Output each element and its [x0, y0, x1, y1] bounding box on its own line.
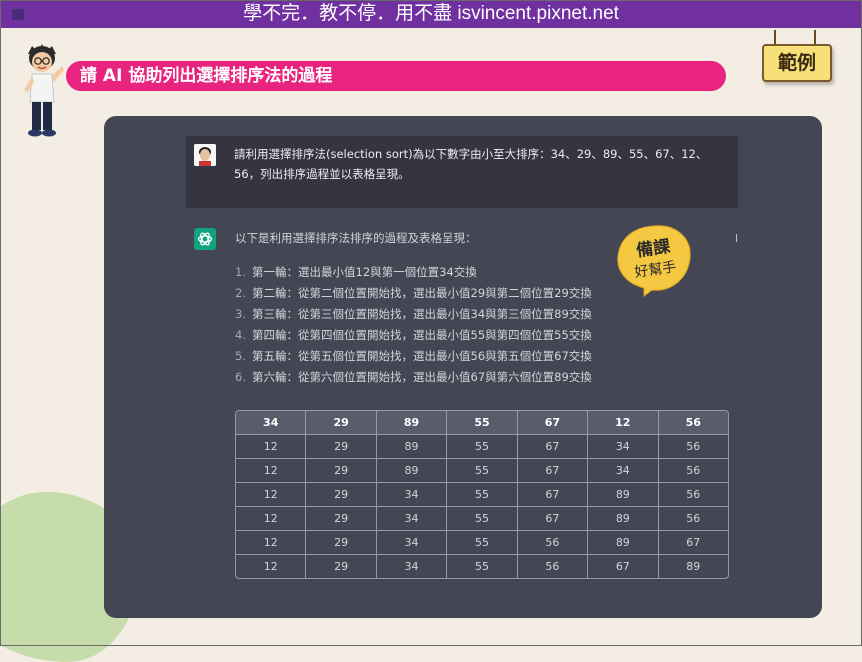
table-cell: 12 — [236, 482, 307, 507]
table-cell: 29 — [305, 458, 377, 483]
table-cell: 67 — [587, 554, 659, 578]
table-cell: 89 — [376, 434, 448, 459]
table-row: 12 29 34 55 56 67 89 — [236, 554, 728, 578]
table-cell: 56 — [658, 434, 728, 459]
table-row: 12 29 89 55 67 34 56 — [236, 434, 728, 459]
user-face-icon — [194, 144, 216, 166]
table-cell: 67 — [517, 482, 589, 507]
slide-title: 請 AI 協助列出選擇排序法的過程 — [66, 61, 726, 91]
table-cell: 29 — [305, 506, 377, 531]
column-header: 12 — [587, 411, 659, 435]
list-item: 3. 第三輪：從第三個位置開始找，選出最小值34與第三個位置89交換 — [235, 307, 592, 321]
table-cell: 34 — [376, 482, 448, 507]
user-avatar — [194, 144, 216, 166]
table-cell: 55 — [446, 506, 518, 531]
column-header: 67 — [517, 411, 589, 435]
table-cell: 67 — [517, 434, 589, 459]
table-cell: 34 — [587, 434, 659, 459]
table-cell: 56 — [658, 506, 728, 531]
table-cell: 29 — [305, 482, 377, 507]
sort-steps-list: 1. 第一輪：選出最小值12與第一個位置34交換 2. 第二輪：從第二個位置開始找，… — [235, 262, 592, 388]
menu-icon[interactable] — [12, 9, 24, 20]
list-item: 1. 第一輪：選出最小值12與第一個位置34交換 — [235, 265, 477, 279]
table-cell: 67 — [517, 458, 589, 483]
list-item: 2. 第二輪：從第二個位置開始找，選出最小值29與第二個位置29交換 — [235, 286, 592, 300]
chatgpt-logo-icon — [194, 228, 216, 250]
assistant-intro: 以下是利用選擇排序法排序的過程及表格呈現： — [235, 231, 477, 245]
table-cell: 34 — [376, 530, 448, 555]
table-cell: 29 — [305, 434, 377, 459]
column-header: 55 — [446, 411, 518, 435]
example-sign: 範例 — [760, 30, 832, 82]
table-row: 12 29 34 55 67 89 56 — [236, 506, 728, 531]
table-cell: 67 — [517, 506, 589, 531]
example-label: 範例 — [762, 44, 832, 82]
table-cell: 55 — [446, 482, 518, 507]
column-header: 56 — [658, 411, 728, 435]
table-cell: 56 — [658, 482, 728, 507]
table-row: 12 29 89 55 67 34 56 — [236, 458, 728, 483]
column-header: 89 — [376, 411, 448, 435]
sticker-badge: 備課 好幫手 — [617, 225, 691, 297]
table-cell: 12 — [236, 506, 307, 531]
table-cell: 29 — [305, 554, 377, 578]
top-banner: 學不完．教不停．用不盡 isvincent.pixnet.net — [0, 0, 862, 28]
table-cell: 89 — [587, 482, 659, 507]
table-cell: 55 — [446, 554, 518, 578]
column-header: 29 — [305, 411, 377, 435]
table-cell: 12 — [236, 458, 307, 483]
cartoon-teacher-icon — [24, 44, 64, 137]
user-message-text: 請利用選擇排序法(selection sort)為以下數字由小至大排序：34、2… — [234, 147, 708, 181]
table-row: 12 29 34 55 67 89 56 — [236, 482, 728, 507]
table-cell: 67 — [658, 530, 728, 555]
table-cell: 34 — [376, 506, 448, 531]
table-cell: 34 — [587, 458, 659, 483]
table-header-row: 34 29 89 55 67 12 56 — [236, 411, 728, 435]
column-header: 34 — [236, 411, 307, 435]
user-message: 請利用選擇排序法(selection sort)為以下數字由小至大排序：34、2… — [186, 136, 738, 208]
table-cell: 55 — [446, 434, 518, 459]
list-item: 5. 第五輪：從第五個位置開始找，選出最小值56與第五個位置67交換 — [235, 349, 592, 363]
table-cell: 55 — [446, 458, 518, 483]
table-cell: 34 — [376, 554, 448, 578]
table-cell: 56 — [517, 530, 589, 555]
table-cell: 12 — [236, 434, 307, 459]
chat-window: 請利用選擇排序法(selection sort)為以下數字由小至大排序：34、2… — [104, 116, 822, 618]
list-item: 6. 第六輪：從第六個位置開始找，選出最小值67與第六個位置89交換 — [235, 370, 592, 384]
banner-text: 學不完．教不停．用不盡 isvincent.pixnet.net — [243, 3, 619, 24]
sort-table: 34 29 89 55 67 12 56 12 29 89 55 67 34 5… — [235, 410, 729, 579]
table-cell: 56 — [517, 554, 589, 578]
text-cursor — [736, 234, 737, 242]
list-item: 4. 第四輪：從第四個位置開始找，選出最小值55與第四個位置55交換 — [235, 328, 592, 342]
table-row: 12 29 34 55 56 89 67 — [236, 530, 728, 555]
table-cell: 56 — [658, 458, 728, 483]
table-cell: 89 — [376, 458, 448, 483]
table-cell: 12 — [236, 530, 307, 555]
table-cell: 89 — [587, 530, 659, 555]
table-cell: 55 — [446, 530, 518, 555]
table-cell: 12 — [236, 554, 307, 578]
table-cell: 89 — [686, 560, 701, 573]
table-cell: 29 — [305, 530, 377, 555]
table-cell: 89 — [587, 506, 659, 531]
